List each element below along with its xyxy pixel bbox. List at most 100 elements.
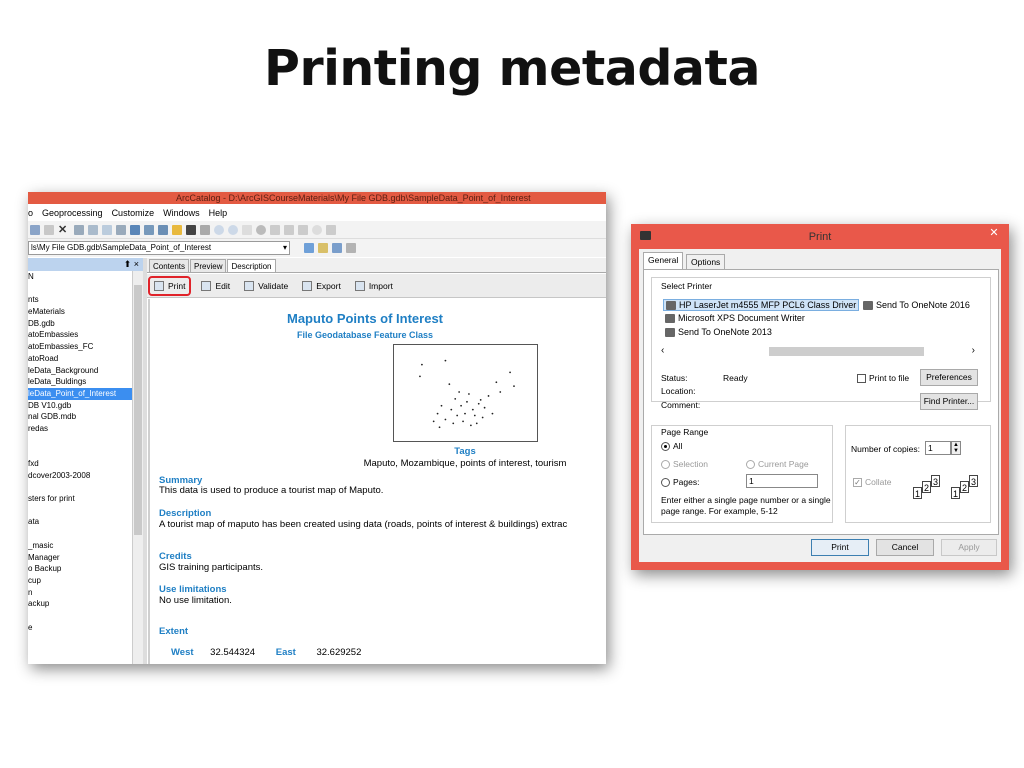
tree-item[interactable]: sters for print: [28, 493, 132, 505]
catalog-tree-icon[interactable]: [144, 224, 154, 235]
scrollbar-thumb[interactable]: [769, 347, 924, 356]
tree-item[interactable]: DB.gdb: [28, 318, 132, 330]
tree-item[interactable]: atoEmbassies: [28, 329, 132, 341]
tree-item[interactable]: ackup: [28, 598, 132, 610]
pages-radio[interactable]: Pages:: [661, 477, 699, 488]
printer-item-hp-laserjet[interactable]: HP LaserJet m4555 MFP PCL6 Class Driver: [663, 299, 860, 311]
paste-icon[interactable]: [44, 224, 54, 235]
print-button[interactable]: Print: [811, 539, 869, 556]
zoom-in-icon[interactable]: [214, 224, 224, 235]
tree-item[interactable]: [28, 505, 132, 517]
copies-input[interactable]: 1: [925, 441, 951, 455]
tree-item[interactable]: atoEmbassies_FC: [28, 341, 132, 353]
tree-item[interactable]: eMaterials: [28, 306, 132, 318]
all-radio[interactable]: All: [661, 441, 682, 452]
scroll-right-icon[interactable]: ›: [972, 345, 975, 356]
disconnect-icon[interactable]: [346, 243, 356, 253]
catalog-tree-scrollbar[interactable]: [132, 271, 143, 664]
tree-item[interactable]: leData_Buldings: [28, 376, 132, 388]
arctoolbox-icon[interactable]: [172, 224, 182, 235]
thumbnails-icon[interactable]: [116, 224, 126, 235]
tool-icon[interactable]: [326, 224, 336, 235]
folder-icon[interactable]: [318, 243, 328, 253]
tree-item[interactable]: Manager: [28, 552, 132, 564]
list-icon[interactable]: [88, 224, 98, 235]
large-icons-icon[interactable]: [74, 224, 84, 235]
tree-item[interactable]: _masic: [28, 540, 132, 552]
tab-preview[interactable]: Preview: [190, 259, 227, 272]
tree-item[interactable]: [28, 528, 132, 540]
close-icon[interactable]: ✕: [985, 226, 1003, 240]
tree-item[interactable]: cup: [28, 575, 132, 587]
tab-description[interactable]: Description: [227, 259, 276, 272]
tab-options[interactable]: Options: [686, 254, 726, 269]
tab-general[interactable]: General: [643, 252, 684, 269]
tree-item[interactable]: N: [28, 271, 132, 283]
tree-item[interactable]: fxd: [28, 458, 132, 470]
export-button[interactable]: Export: [302, 280, 341, 291]
printer-item-xps-writer[interactable]: Microsoft XPS Document Writer: [665, 313, 805, 323]
search-window-icon[interactable]: [158, 224, 168, 235]
back-icon[interactable]: [270, 224, 280, 235]
tree-item[interactable]: [28, 283, 132, 295]
menu-item-help[interactable]: Help: [209, 208, 228, 218]
menu-item-o[interactable]: o: [28, 208, 33, 218]
tab-contents[interactable]: Contents: [149, 259, 190, 272]
tree-item[interactable]: n: [28, 587, 132, 599]
catalog-tree-header[interactable]: ⬆ ×: [28, 258, 143, 271]
import-button[interactable]: Import: [354, 280, 393, 291]
apply-button[interactable]: Apply: [941, 539, 997, 556]
scrollbar-thumb[interactable]: [134, 285, 142, 535]
printer-list-scrollbar[interactable]: ‹ ›: [659, 345, 977, 357]
find-printer-button[interactable]: Find Printer...: [920, 393, 978, 410]
details-icon[interactable]: [102, 224, 112, 235]
connect-folder-icon[interactable]: [304, 243, 314, 253]
menu-item-geoprocessing[interactable]: Geoprocessing: [42, 208, 103, 218]
zoom-out-icon[interactable]: [228, 224, 238, 235]
tree-item[interactable]: [28, 481, 132, 493]
location-field[interactable]: ls\My File GDB.gdb\SampleData_Point_of_I…: [28, 241, 290, 255]
tree-item[interactable]: [28, 446, 132, 458]
delete-icon[interactable]: ✕: [58, 224, 70, 235]
full-extent-icon[interactable]: [256, 224, 266, 235]
copy-icon[interactable]: [30, 224, 40, 235]
tree-item[interactable]: nts: [28, 294, 132, 306]
tree-item[interactable]: nal GDB.mdb: [28, 411, 132, 423]
identify-icon[interactable]: [298, 224, 308, 235]
pages-input[interactable]: 1: [746, 474, 818, 488]
chevron-down-icon[interactable]: ▾: [283, 242, 287, 254]
tree-item[interactable]: [28, 610, 132, 622]
cancel-button[interactable]: Cancel: [876, 539, 934, 556]
copies-spinner[interactable]: ▲ ▼: [951, 441, 961, 455]
preferences-button[interactable]: Preferences: [920, 369, 978, 386]
tree-item[interactable]: e: [28, 622, 132, 634]
printer-item-onenote-2013[interactable]: Send To OneNote 2013: [665, 327, 772, 337]
selection-radio[interactable]: Selection: [661, 459, 708, 470]
collate-checkbox[interactable]: ✓ Collate: [853, 477, 891, 488]
menu-item-windows[interactable]: Windows: [163, 208, 200, 218]
tree-item[interactable]: o Backup: [28, 563, 132, 575]
current-page-radio[interactable]: Current Page: [746, 459, 809, 470]
scroll-left-icon[interactable]: ‹: [661, 345, 664, 356]
launch-arcmap-icon[interactable]: [130, 224, 140, 235]
tree-item[interactable]: leData_Point_of_Interest: [28, 387, 132, 400]
validate-button[interactable]: Validate: [244, 280, 288, 291]
print-to-file-checkbox[interactable]: Print to file: [857, 373, 909, 384]
tree-item[interactable]: ata: [28, 516, 132, 528]
python-icon[interactable]: [186, 224, 196, 235]
forward-icon[interactable]: [284, 224, 294, 235]
database-icon[interactable]: [332, 243, 342, 253]
pan-icon[interactable]: [242, 224, 252, 235]
refresh-icon[interactable]: [312, 224, 322, 235]
tree-item[interactable]: leData_Background: [28, 365, 132, 377]
printer-item-onenote-2016[interactable]: Send To OneNote 2016: [863, 300, 970, 310]
menu-item-customize[interactable]: Customize: [112, 208, 155, 218]
tree-item[interactable]: dcover2003-2008: [28, 470, 132, 482]
pane-divider[interactable]: [143, 258, 147, 664]
edit-button[interactable]: Edit: [201, 280, 230, 291]
tree-item[interactable]: [28, 435, 132, 447]
model-builder-icon[interactable]: [200, 224, 210, 235]
tree-item[interactable]: redas: [28, 423, 132, 435]
tree-item[interactable]: atoRoad: [28, 353, 132, 365]
tree-item[interactable]: DB V10.gdb: [28, 400, 132, 412]
